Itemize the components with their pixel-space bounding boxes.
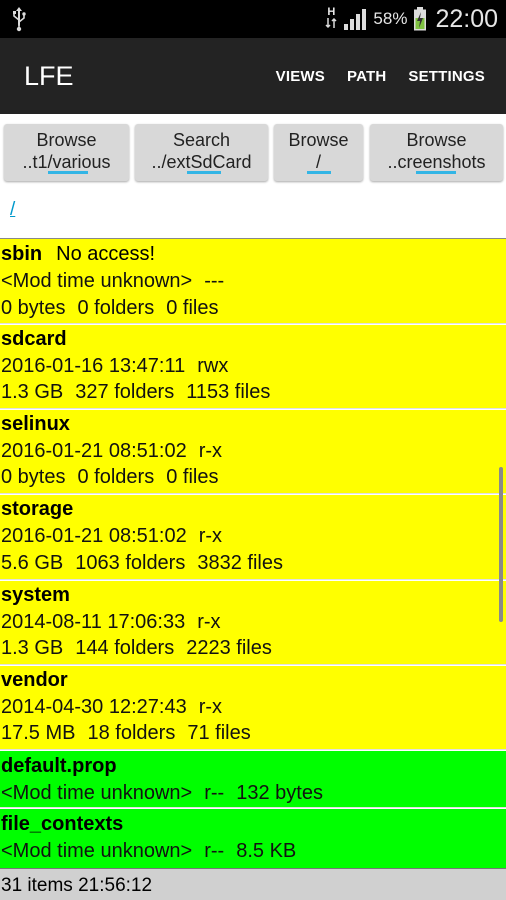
entry-permissions: --- <box>204 270 225 292</box>
entry-permissions: r-- <box>204 782 225 804</box>
app-title: LFE <box>24 61 74 91</box>
list-item-file[interactable]: file_contexts <Mod time unknown> r-- 8.5 K… <box>0 809 506 868</box>
bookmark-path: ..creenshots <box>387 152 486 172</box>
entry-modtime: 2016-01-21 08:51:02 <box>1 525 187 547</box>
entry-permissions: rwx <box>197 355 229 377</box>
list-item-folder[interactable]: sbin No access! <Mod time unknown> --- 0 b… <box>0 239 506 324</box>
bookmark-underline <box>416 171 456 174</box>
path-link-root[interactable]: / <box>10 199 15 221</box>
bookmark-underline <box>307 171 331 174</box>
status-bar: H 58% 22:00 <box>0 0 506 38</box>
entry-folders: 18 folders <box>87 722 176 744</box>
menu-settings[interactable]: SETTINGS <box>397 68 496 85</box>
entry-files: 3832 files <box>197 552 283 574</box>
entry-modtime: 2016-01-21 08:51:02 <box>1 440 187 462</box>
entry-size: 1.3 GB <box>1 637 64 659</box>
entry-name: system <box>1 584 70 606</box>
entry-folders: 0 folders <box>77 466 155 488</box>
bookmark-underline <box>187 171 221 174</box>
entry-name: vendor <box>1 669 68 691</box>
entry-permissions: r-x <box>198 440 223 462</box>
bookmark-label: Search <box>172 130 231 150</box>
entry-folders: 327 folders <box>75 381 175 403</box>
bookmark-bar: Browse ..t1/various Search ../extSdCard … <box>0 114 506 192</box>
entry-files: 0 files <box>166 466 219 488</box>
list-item-folder[interactable]: selinux 2016-01-21 08:51:02 r-x 0 bytes 0 … <box>0 410 506 494</box>
bookmark-path: / <box>315 152 321 172</box>
entry-size: 1.3 GB <box>1 381 64 403</box>
entry-permissions: r-x <box>198 525 223 547</box>
entry-name: selinux <box>1 413 70 435</box>
bookmark-button-browse-various[interactable]: Browse ..t1/various <box>4 124 129 181</box>
list-item-folder[interactable]: storage 2016-01-21 08:51:02 r-x 5.6 GB 106… <box>0 495 506 580</box>
path-bar: / <box>0 192 506 238</box>
battery-percent: 58% <box>373 9 408 28</box>
bookmark-button-search-extsdcard[interactable]: Search ../extSdCard <box>135 124 268 181</box>
menu-path[interactable]: PATH <box>336 68 397 85</box>
bookmark-label: Browse <box>36 130 97 150</box>
entry-size: 0 bytes <box>1 297 66 319</box>
entry-name: default.prop <box>1 755 117 777</box>
entry-files: 71 files <box>187 722 251 744</box>
entry-modtime: 2014-08-11 17:06:33 <box>1 611 186 633</box>
list-item-folder[interactable]: system 2014-08-11 17:06:33 r-x 1.3 GB 144 … <box>0 581 506 665</box>
bookmark-button-browse-screenshots[interactable]: Browse ..creenshots <box>370 124 503 181</box>
bookmark-label: Browse <box>288 130 349 150</box>
entry-folders: 1063 folders <box>75 552 186 574</box>
entry-modtime: <Mod time unknown> <box>1 782 193 804</box>
signal-icon <box>344 9 367 30</box>
entry-folders: 144 folders <box>75 637 175 659</box>
list-item-folder[interactable]: vendor 2014-04-30 12:27:43 r-x 17.5 MB 18 … <box>0 666 506 750</box>
list-scrollbar[interactable] <box>499 467 503 622</box>
list-item-folder[interactable]: sdcard 2016-01-16 13:47:11 rwx 1.3 GB 327 … <box>0 325 506 409</box>
entry-permissions: r-x <box>197 611 221 633</box>
entry-size: 5.6 GB <box>1 552 64 574</box>
entry-name: file_contexts <box>1 813 124 835</box>
bookmark-label: Browse <box>406 130 467 150</box>
entry-size: 17.5 MB <box>1 722 76 744</box>
clock: 22:00 <box>435 4 498 33</box>
entry-modtime: 2016-01-16 13:47:11 <box>1 355 186 377</box>
status-footer: 31 items 21:56:12 <box>0 868 506 900</box>
entry-files: 0 files <box>166 297 219 319</box>
entry-permissions: r-x <box>198 696 223 718</box>
entry-size: 132 bytes <box>236 782 323 804</box>
item-count-status: 31 items 21:56:12 <box>1 875 153 896</box>
entry-name: sbin <box>1 243 43 265</box>
battery-charging-icon <box>414 7 427 31</box>
list-item-file[interactable]: default.prop <Mod time unknown> r-- 132 by… <box>0 751 506 808</box>
entry-name: sdcard <box>1 328 67 350</box>
usb-icon <box>13 7 26 32</box>
entry-permissions: r-- <box>204 840 225 862</box>
bookmark-underline <box>48 171 88 174</box>
entry-modtime: 2014-04-30 12:27:43 <box>1 696 187 718</box>
bookmark-path: ..t1/various <box>22 152 111 172</box>
entry-files: 1153 files <box>186 381 271 403</box>
entry-modtime: <Mod time unknown> <box>1 840 193 862</box>
entry-name: storage <box>1 498 74 520</box>
entry-status: No access! <box>56 243 156 265</box>
bookmark-button-browse-root[interactable]: Browse / <box>274 124 363 181</box>
bookmark-path: ../extSdCard <box>151 152 252 172</box>
network-type-label: H <box>327 6 336 18</box>
action-menu: VIEWS PATH SETTINGS <box>265 38 496 114</box>
entry-size: 0 bytes <box>1 466 66 488</box>
entry-modtime: <Mod time unknown> <box>1 270 193 292</box>
entry-files: 2223 files <box>186 637 272 659</box>
entry-folders: 0 folders <box>77 297 155 319</box>
entry-size: 8.5 KB <box>236 840 297 862</box>
file-list: sbin No access! <Mod time unknown> --- 0 b… <box>0 238 506 868</box>
menu-views[interactable]: VIEWS <box>265 68 336 85</box>
network-arrows-icon: H <box>325 7 337 31</box>
action-bar: LFE VIEWS PATH SETTINGS <box>0 38 506 114</box>
